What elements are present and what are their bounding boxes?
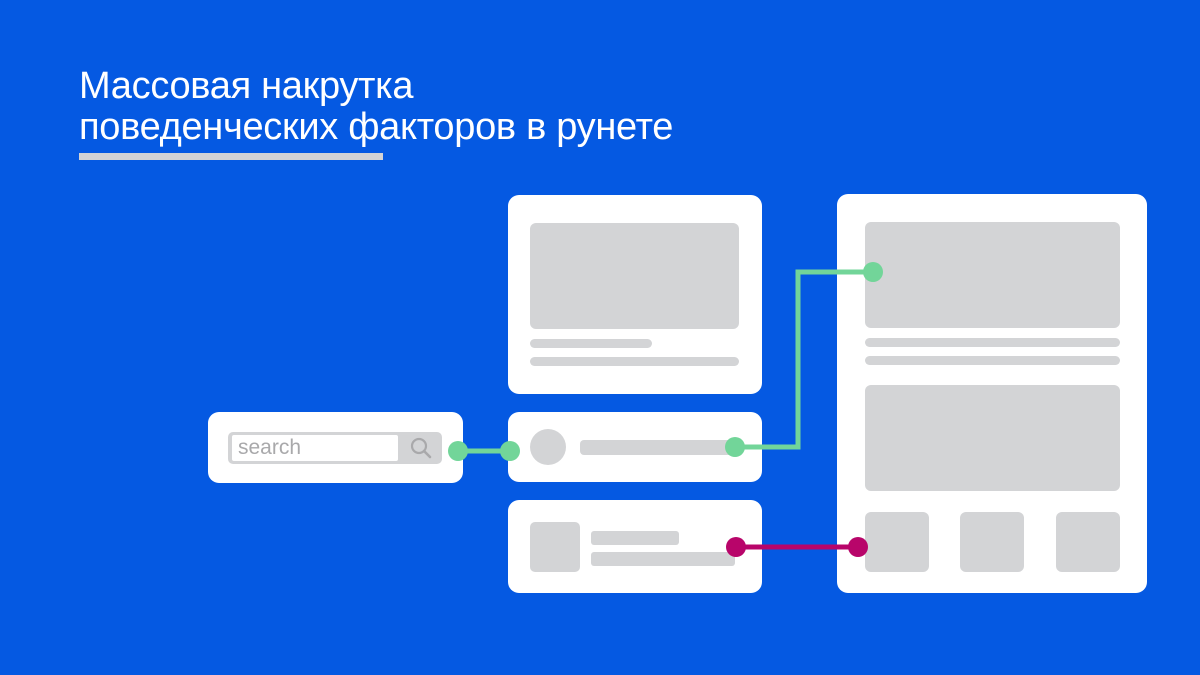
- search-input[interactable]: search: [232, 435, 398, 461]
- related-item-card[interactable]: [508, 500, 762, 593]
- title-line-2: поведенческих факторов в рунете: [79, 106, 674, 148]
- page-thumbnail-3[interactable]: [1056, 512, 1120, 572]
- search-button[interactable]: [400, 432, 442, 464]
- search-field[interactable]: search: [228, 432, 442, 464]
- content-preview-card: [508, 195, 762, 394]
- magnifier-icon: [410, 437, 432, 459]
- preview-image-placeholder: [530, 223, 739, 329]
- page-hero-image[interactable]: [865, 222, 1120, 328]
- page-thumbnail-1[interactable]: [865, 512, 929, 572]
- related-text-line-2: [591, 552, 735, 566]
- result-text-line: [580, 440, 736, 455]
- search-result-card[interactable]: [508, 412, 762, 482]
- preview-text-line-short: [530, 339, 652, 348]
- page-text-line-1: [865, 338, 1120, 347]
- title-underline: [79, 153, 383, 160]
- landing-page-card: [837, 194, 1147, 593]
- avatar-placeholder: [530, 429, 566, 465]
- page-title: Массовая накрутка поведенческих факторов…: [79, 66, 673, 148]
- related-text-line-1: [591, 531, 679, 545]
- page-text-line-2: [865, 356, 1120, 365]
- title-line-1: Массовая накрутка: [79, 65, 414, 107]
- preview-text-line-long: [530, 357, 739, 366]
- page-content-block: [865, 385, 1120, 491]
- page-thumbnail-2[interactable]: [960, 512, 1024, 572]
- thumbnail-placeholder: [530, 522, 580, 572]
